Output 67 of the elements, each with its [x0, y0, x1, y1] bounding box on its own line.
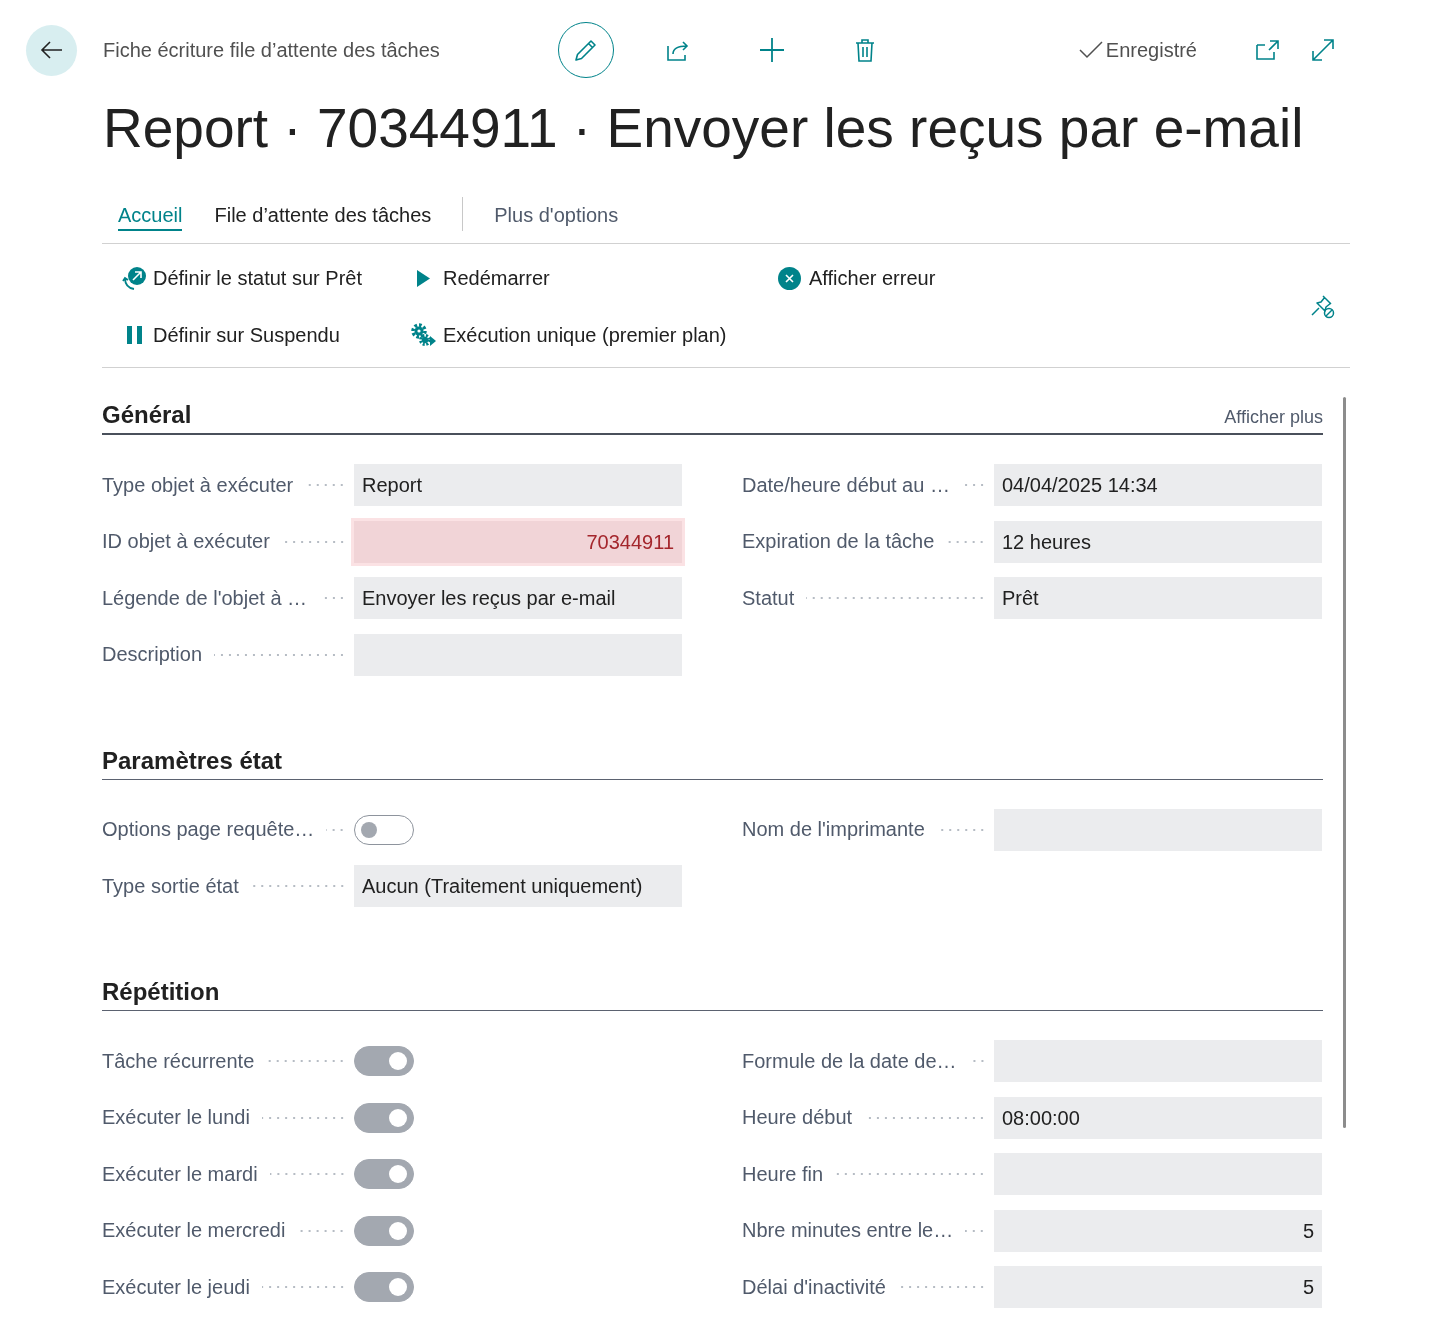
plus-icon — [759, 37, 785, 63]
field-label: Exécuter le mercredi — [102, 1219, 286, 1242]
toggle-switch[interactable] — [354, 1046, 414, 1076]
field-label: Date/heure début au … — [742, 473, 950, 497]
field-label: Expiration de la tâche — [742, 530, 935, 553]
input-field[interactable]: Report — [354, 464, 682, 506]
section-title: Général — [102, 400, 192, 430]
input-field[interactable]: 5 — [994, 1266, 1322, 1308]
input-field[interactable]: 12 heures — [994, 520, 1322, 563]
tab[interactable]: Accueil — [118, 201, 183, 231]
toggle-switch[interactable] — [354, 814, 414, 845]
toggle-switch[interactable] — [354, 1272, 414, 1302]
field-label: Exécuter le lundi — [102, 1106, 250, 1129]
input-field[interactable]: 70344911 — [354, 520, 682, 563]
x-circle-icon — [778, 266, 801, 290]
trash-icon — [855, 38, 875, 62]
pin-icon — [1311, 294, 1335, 319]
more-options-menu[interactable]: Plus d'options — [494, 201, 619, 231]
field-label: Nbre minutes entre le… — [742, 1219, 954, 1242]
field-label: Délai d'inactivité — [742, 1275, 886, 1299]
section-title: Répétition — [102, 977, 220, 1007]
pause-icon — [127, 326, 143, 344]
show-more-link[interactable]: Afficher plus — [1224, 407, 1323, 428]
show-error-button[interactable]: Afficher erreur — [778, 263, 936, 293]
field-label: Type sortie état — [102, 874, 239, 898]
expand-icon — [1311, 38, 1335, 62]
circle-arrows-icon — [122, 265, 147, 291]
input-field[interactable]: 5 — [994, 1209, 1322, 1252]
field-label: Exécuter le mardi — [102, 1162, 258, 1186]
field-label: Formule de la date de… — [742, 1049, 957, 1073]
toggle-switch[interactable] — [354, 1215, 414, 1246]
run-once-button[interactable]: Exécution unique (premier plan) — [411, 320, 727, 350]
input-field[interactable]: Aucun (Traitement uniquement) — [354, 865, 682, 907]
field-label: Heure début — [742, 1106, 853, 1129]
field-label: Nom de l'imprimante — [742, 818, 925, 841]
field-label: Options page requête… — [102, 818, 315, 841]
field-label: Tâche récurrente — [102, 1049, 255, 1073]
input-field[interactable]: 08:00:00 — [994, 1096, 1322, 1139]
breadcrumb: Fiche écriture file d’attente des tâches — [103, 38, 441, 62]
scrollbar-thumb[interactable] — [1343, 397, 1346, 1128]
gears-icon — [411, 323, 436, 347]
save-status: Enregistré — [1105, 38, 1197, 62]
field-label: Heure fin — [742, 1162, 824, 1186]
field-label: Légende de l'objet à … — [102, 586, 308, 610]
restart-button[interactable]: Redémarrer — [411, 263, 550, 293]
field-label: ID objet à exécuter — [102, 530, 270, 553]
toggle-switch[interactable] — [354, 1159, 414, 1189]
play-icon — [417, 269, 430, 287]
pin-button[interactable] — [1311, 294, 1335, 319]
field-label: Statut — [742, 586, 795, 610]
field-label: Type objet à exécuter — [102, 473, 294, 497]
popout-icon — [1256, 40, 1280, 60]
set-status-button[interactable]: Définir le statut sur Prêt — [122, 263, 362, 293]
tab[interactable]: File d’attente des tâches — [214, 201, 432, 231]
section-title: Paramètres état — [102, 745, 283, 776]
toggle-switch[interactable] — [354, 1102, 414, 1133]
input-field[interactable]: Prêt — [994, 577, 1322, 619]
pencil-icon — [574, 38, 598, 62]
field-label: Exécuter le jeudi — [102, 1275, 250, 1299]
share-icon — [666, 39, 690, 61]
page-title: Report · 70344911 · Envoyer les reçus par e-mail — [103, 96, 1305, 161]
suspend-button[interactable]: Définir sur Suspendu — [122, 320, 340, 350]
input-field[interactable]: Envoyer les reçus par e-mail — [354, 577, 682, 619]
check-icon — [1078, 41, 1103, 59]
input-field[interactable]: 04/04/2025 14:34 — [994, 464, 1322, 506]
back-button[interactable] — [26, 24, 77, 76]
field-label: Description — [102, 643, 203, 666]
